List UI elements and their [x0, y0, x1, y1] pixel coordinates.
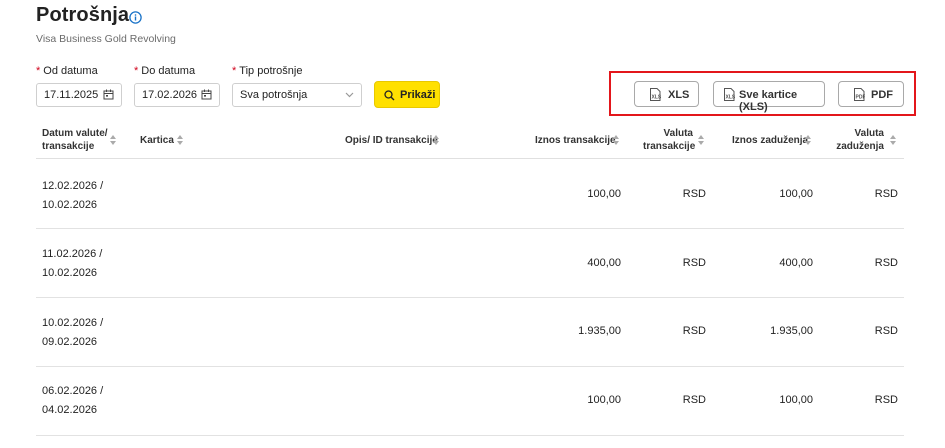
column-header-description[interactable]: Opis/ ID transakcije	[345, 134, 438, 147]
column-header-amount[interactable]: Iznos transakcije	[535, 134, 616, 147]
spending-type-select[interactable]: Sva potrošnja	[232, 83, 362, 107]
value-date: 11.02.2026 /	[42, 248, 103, 260]
export-xls-button[interactable]: XLS XLS	[634, 81, 699, 107]
value-date: 10.02.2026 /	[42, 317, 104, 329]
charge-amount: 400,00	[779, 257, 813, 269]
svg-text:PDF: PDF	[856, 95, 866, 101]
sort-icon[interactable]	[613, 135, 619, 145]
xls-file-icon: XLS	[724, 88, 736, 101]
table-header-divider	[36, 158, 904, 159]
row-divider	[36, 435, 904, 436]
charge-amount: 100,00	[779, 394, 813, 406]
column-header-date[interactable]: Datum valute/ transakcije	[42, 127, 108, 153]
transaction-date: 10.02.2026	[42, 199, 98, 211]
sort-icon[interactable]	[805, 135, 811, 145]
transaction-amount: 100,00	[587, 394, 621, 406]
row-divider	[36, 228, 904, 229]
column-header-charge-currency[interactable]: Valuta zaduženja	[834, 127, 884, 153]
transaction-currency: RSD	[682, 188, 706, 200]
column-header-tx-currency[interactable]: Valuta transakcije	[643, 127, 695, 153]
row-divider	[36, 366, 904, 367]
transaction-date: 09.02.2026	[42, 336, 98, 348]
to-date-label: * Do datuma	[134, 65, 196, 77]
transaction-date: 10.02.2026	[42, 267, 98, 279]
info-icon[interactable]	[129, 11, 142, 24]
calendar-icon	[103, 89, 114, 100]
charge-amount: 1.935,00	[770, 325, 813, 337]
sort-icon[interactable]	[698, 135, 704, 145]
sort-icon[interactable]	[890, 135, 896, 145]
svg-text:XLS: XLS	[726, 95, 736, 101]
export-pdf-button[interactable]: PDF PDF	[838, 81, 904, 107]
sort-icon[interactable]	[433, 135, 439, 145]
show-button[interactable]: Prikaži	[374, 81, 440, 108]
charge-currency: RSD	[874, 257, 898, 269]
value-date: 06.02.2026 /	[42, 385, 104, 397]
export-all-cards-xls-button[interactable]: XLS Sve kartice (XLS)	[713, 81, 825, 113]
value-date: 12.02.2026 /	[42, 180, 104, 192]
transaction-amount: 1.935,00	[578, 325, 621, 337]
column-header-charge[interactable]: Iznos zaduženja	[732, 134, 808, 147]
charge-currency: RSD	[874, 188, 898, 200]
transaction-currency: RSD	[682, 394, 706, 406]
transaction-currency: RSD	[682, 325, 706, 337]
from-date-input[interactable]: 17.11.2025	[36, 83, 122, 107]
sort-icon[interactable]	[110, 135, 116, 145]
to-date-input[interactable]: 17.02.2026	[134, 83, 220, 107]
sort-icon[interactable]	[177, 135, 183, 145]
charge-currency: RSD	[874, 394, 898, 406]
from-date-label: * Od datuma	[36, 65, 98, 77]
page-title: Potrošnja	[36, 4, 130, 26]
pdf-file-icon: PDF	[854, 88, 866, 101]
transaction-date: 04.02.2026	[42, 404, 98, 416]
calendar-icon	[201, 89, 212, 100]
svg-text:XLS: XLS	[652, 95, 662, 101]
charge-amount: 100,00	[779, 188, 813, 200]
chevron-down-icon	[345, 92, 354, 98]
transaction-amount: 100,00	[587, 188, 621, 200]
card-name-subtitle: Visa Business Gold Revolving	[36, 33, 176, 45]
xls-file-icon: XLS	[650, 88, 662, 101]
spending-type-label: * Tip potrošnje	[232, 65, 303, 77]
transaction-amount: 400,00	[587, 257, 621, 269]
column-header-card[interactable]: Kartica	[140, 134, 174, 147]
charge-currency: RSD	[874, 325, 898, 337]
search-icon	[384, 90, 395, 101]
transaction-currency: RSD	[682, 257, 706, 269]
row-divider	[36, 297, 904, 298]
